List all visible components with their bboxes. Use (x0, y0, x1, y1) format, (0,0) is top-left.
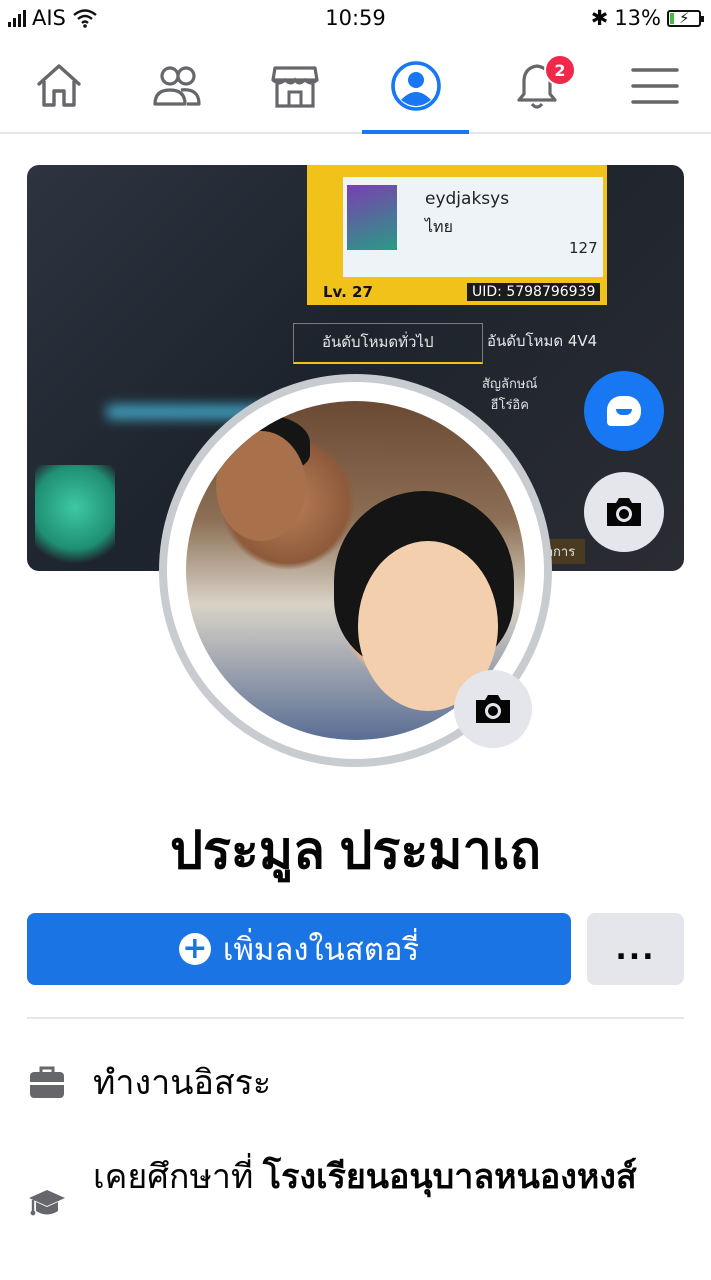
camera-icon (476, 695, 510, 723)
game-tab-general: อันดับโหมดทั่วไป (293, 323, 483, 364)
intro-work: ทำงานอิสระ (27, 1056, 684, 1110)
briefcase-icon (30, 1066, 64, 1098)
intro-education-text: เคยศึกษาที่ โรงเรียนอนุบาลหนองหงส์ (93, 1150, 637, 1204)
notification-badge: 2 (544, 54, 576, 86)
charging-icon: ⚡ (679, 8, 690, 27)
game-profile-card: eydjaksys ไทย 127 Lv. 27 UID: 5798796939 (307, 165, 607, 305)
game-side-label-2: ฮีโร่อิค (490, 398, 529, 413)
game-country: ไทย (425, 217, 453, 236)
game-side-label-1: สัญลักษณ์ (482, 377, 538, 392)
edit-cover-button[interactable] (584, 472, 664, 552)
plus-circle-icon: + (178, 933, 211, 965)
education-prefix: เคยศึกษาที่ (93, 1158, 254, 1196)
edit-profile-photo-button[interactable] (454, 670, 532, 748)
education-school[interactable]: โรงเรียนอนุบาลหนองหงส์ (263, 1158, 637, 1196)
game-likes: 127 (569, 239, 598, 257)
top-nav: 2 (0, 40, 711, 134)
game-level: Lv. 27 (323, 283, 373, 301)
nav-menu[interactable] (596, 40, 711, 132)
marketplace-icon (271, 66, 319, 108)
game-player-name: eydjaksys (425, 189, 510, 209)
nav-home[interactable] (0, 40, 118, 132)
status-bar: AIS 10:59 ✱ 13% ⚡ (0, 0, 711, 38)
game-avatar (347, 185, 397, 250)
cover-character (35, 465, 115, 571)
status-right: ✱ 13% ⚡ (590, 6, 704, 30)
add-to-story-button[interactable]: + เพิ่มลงในสตอรี่ (27, 913, 571, 985)
hamburger-icon (631, 68, 679, 104)
bluetooth-icon: ✱ (590, 6, 609, 30)
nav-profile[interactable] (354, 40, 478, 132)
game-side-label: สัญลักษณ์ ฮีโร่อิค (482, 373, 537, 415)
friends-icon (153, 66, 201, 106)
battery-level (670, 12, 674, 24)
avatar-button[interactable] (584, 371, 664, 451)
camera-icon (607, 498, 641, 526)
add-to-story-label: เพิ่มลงในสตอรี่ (222, 932, 420, 968)
home-icon (37, 64, 81, 107)
game-tab-4v4: อันดับโหมด 4V4 (487, 332, 598, 350)
battery-icon: ⚡ (667, 8, 704, 27)
intro-work-text: ทำงานอิสระ (93, 1064, 272, 1102)
avatar-icon (607, 396, 641, 426)
photo-person-1 (216, 431, 306, 541)
more-options-button[interactable]: ... (587, 913, 684, 985)
profile-icon (391, 61, 441, 111)
nav-marketplace[interactable] (236, 40, 354, 132)
profile-name: ประมูล ประมาเถ (169, 822, 542, 880)
battery-percent: 13% (614, 6, 661, 30)
nav-active-indicator (362, 130, 469, 134)
game-uid: UID: 5798796939 (467, 283, 601, 301)
nav-notifications[interactable]: 2 (478, 40, 596, 132)
graduation-cap-icon (29, 1190, 65, 1216)
nav-friends[interactable] (118, 40, 236, 132)
intro-education: เคยศึกษาที่ โรงเรียนอนุบาลหนองหงส์ (27, 1150, 684, 1222)
divider (27, 1017, 684, 1019)
